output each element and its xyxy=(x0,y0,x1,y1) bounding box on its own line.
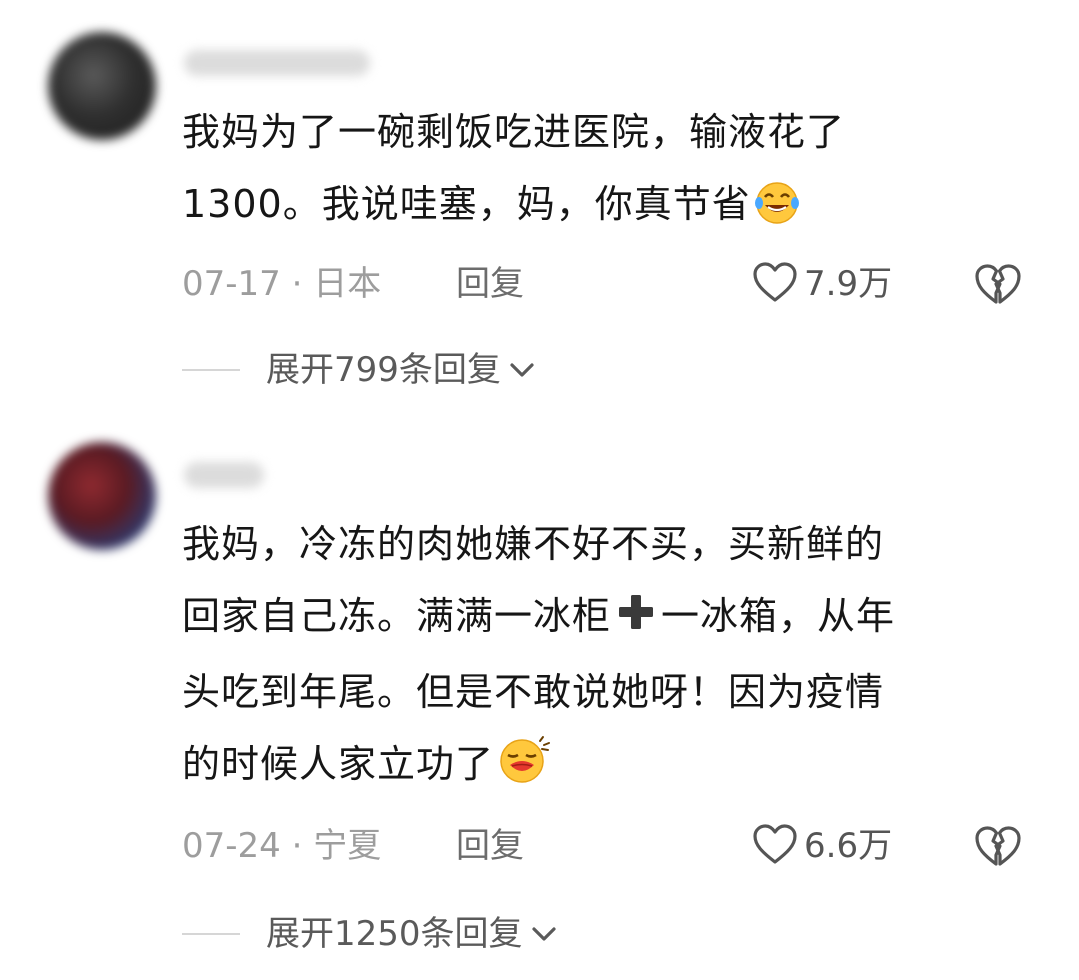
comment-2: 我妈，冷冻的肉她嫌不好不买，买新鲜的 回家自己冻。满满一冰柜 一冰箱，从年 头吃到… xyxy=(0,0,1079,980)
divider-line xyxy=(182,933,240,935)
avatar[interactable] xyxy=(48,442,156,550)
blowing-kiss-emoji-icon xyxy=(496,735,552,808)
heart-outline-icon xyxy=(752,823,798,869)
expand-replies-label: 展开1250条回复 xyxy=(266,914,523,954)
like-count: 6.6万 xyxy=(804,826,893,866)
expand-replies-button[interactable]: 展开1250条回复 xyxy=(182,912,559,956)
broken-heart-icon xyxy=(974,826,1022,872)
comment-meta: 07-24 · 宁夏 xyxy=(182,826,382,866)
comment-text: 我妈，冷冻的肉她嫌不好不买，买新鲜的 回家自己冻。满满一冰柜 一冰箱，从年 头吃到… xyxy=(182,508,1052,808)
like-button[interactable]: 6.6万 xyxy=(752,824,892,868)
plus-emoji-icon xyxy=(613,584,659,656)
chevron-down-icon xyxy=(529,922,559,950)
reply-button[interactable]: 回复 xyxy=(456,824,524,868)
dislike-button[interactable] xyxy=(974,824,1022,868)
username-blurred[interactable] xyxy=(184,462,264,488)
